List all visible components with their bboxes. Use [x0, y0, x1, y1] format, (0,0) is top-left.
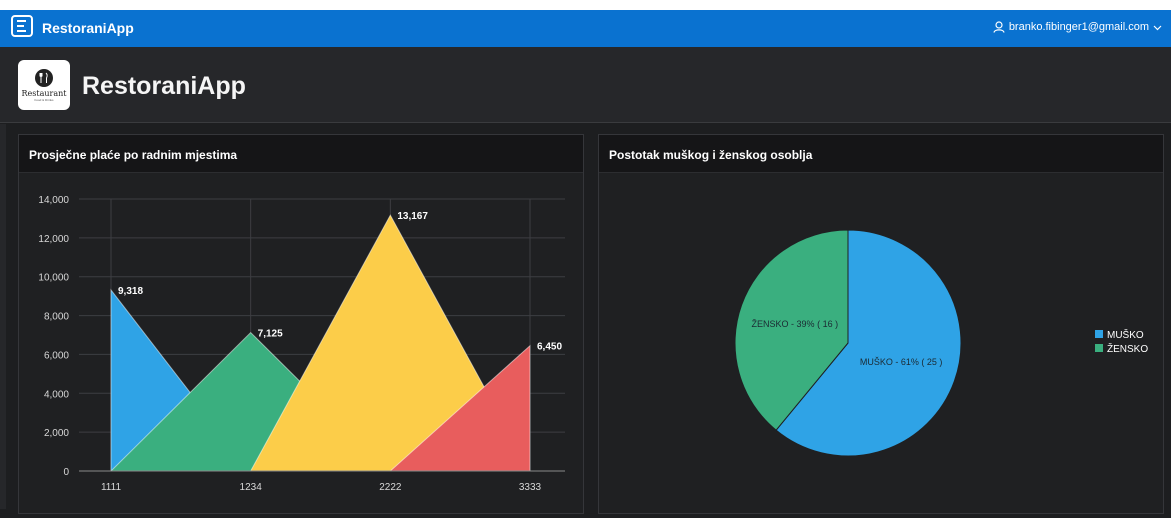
y-tick-label: 0	[63, 467, 69, 478]
logo-text: Restaurant	[21, 88, 67, 98]
y-tick-label: 6,000	[44, 350, 69, 361]
x-tick-label: 3333	[519, 482, 542, 493]
x-tick-label: 1234	[240, 482, 263, 493]
logo-subtext: Food & Drinks	[34, 97, 54, 102]
user-icon	[993, 21, 1005, 33]
fork-knife-icon	[35, 68, 53, 87]
legend-label: MUŠKO	[1107, 328, 1144, 341]
user-menu[interactable]: branko.fibinger1@gmail.com	[993, 21, 1162, 33]
data-label: 13,167	[397, 211, 428, 222]
x-tick-label: 2222	[379, 482, 402, 493]
area-chart: 0 2,000 4,000 6,000 8,000 10,000 12,000 14,000 9…	[38, 195, 565, 493]
y-tick-label: 14,000	[38, 195, 69, 206]
pie-slice-label: ŽENSKO - 39% ( 16 )	[752, 319, 839, 329]
top-strip	[0, 0, 1171, 10]
y-tick-label: 4,000	[44, 389, 69, 400]
x-tick-label: 1111	[101, 482, 121, 493]
legend-swatch	[1095, 344, 1103, 352]
region-gender-chart: Postotak muškog i ženskog osoblja MUŠKO …	[598, 134, 1164, 514]
y-tick-label: 12,000	[38, 234, 69, 245]
page-header: Restaurant Food & Drinks RestoraniApp	[0, 47, 1171, 123]
legend-swatch	[1095, 330, 1103, 338]
restaurant-logo: Restaurant Food & Drinks	[18, 60, 70, 110]
y-tick-label: 8,000	[44, 312, 69, 323]
y-tick-label: 2,000	[44, 428, 69, 439]
top-navbar: RestoraniApp branko.fibinger1@gmail.com	[0, 10, 1171, 47]
region-title: Prosječne plaće po radnim mjestima	[19, 135, 583, 173]
chevron-down-icon	[1153, 25, 1162, 30]
left-gutter	[0, 124, 6, 509]
user-email: branko.fibinger1@gmail.com	[1008, 21, 1149, 33]
pie-slice-label: MUŠKO - 61% ( 25 )	[860, 357, 943, 367]
y-tick-label: 10,000	[38, 273, 69, 284]
region-salary-chart: Prosječne plaće po radnim mjestima 0 2,00…	[18, 134, 584, 514]
data-label: 7,125	[258, 329, 283, 340]
region-title: Postotak muškog i ženskog osoblja	[599, 135, 1163, 173]
legend-label: ŽENSKO	[1107, 342, 1148, 355]
hamburger-menu-icon[interactable]	[11, 15, 33, 37]
data-label: 9,318	[118, 286, 143, 297]
app-title[interactable]: RestoraniApp	[42, 20, 134, 36]
page-title: RestoraniApp	[82, 72, 246, 100]
pie-chart: MUŠKO - 61% ( 25 ) ŽENSKO - 39% ( 16 ) MUŠ…	[734, 229, 1148, 457]
data-label: 6,450	[537, 342, 562, 353]
